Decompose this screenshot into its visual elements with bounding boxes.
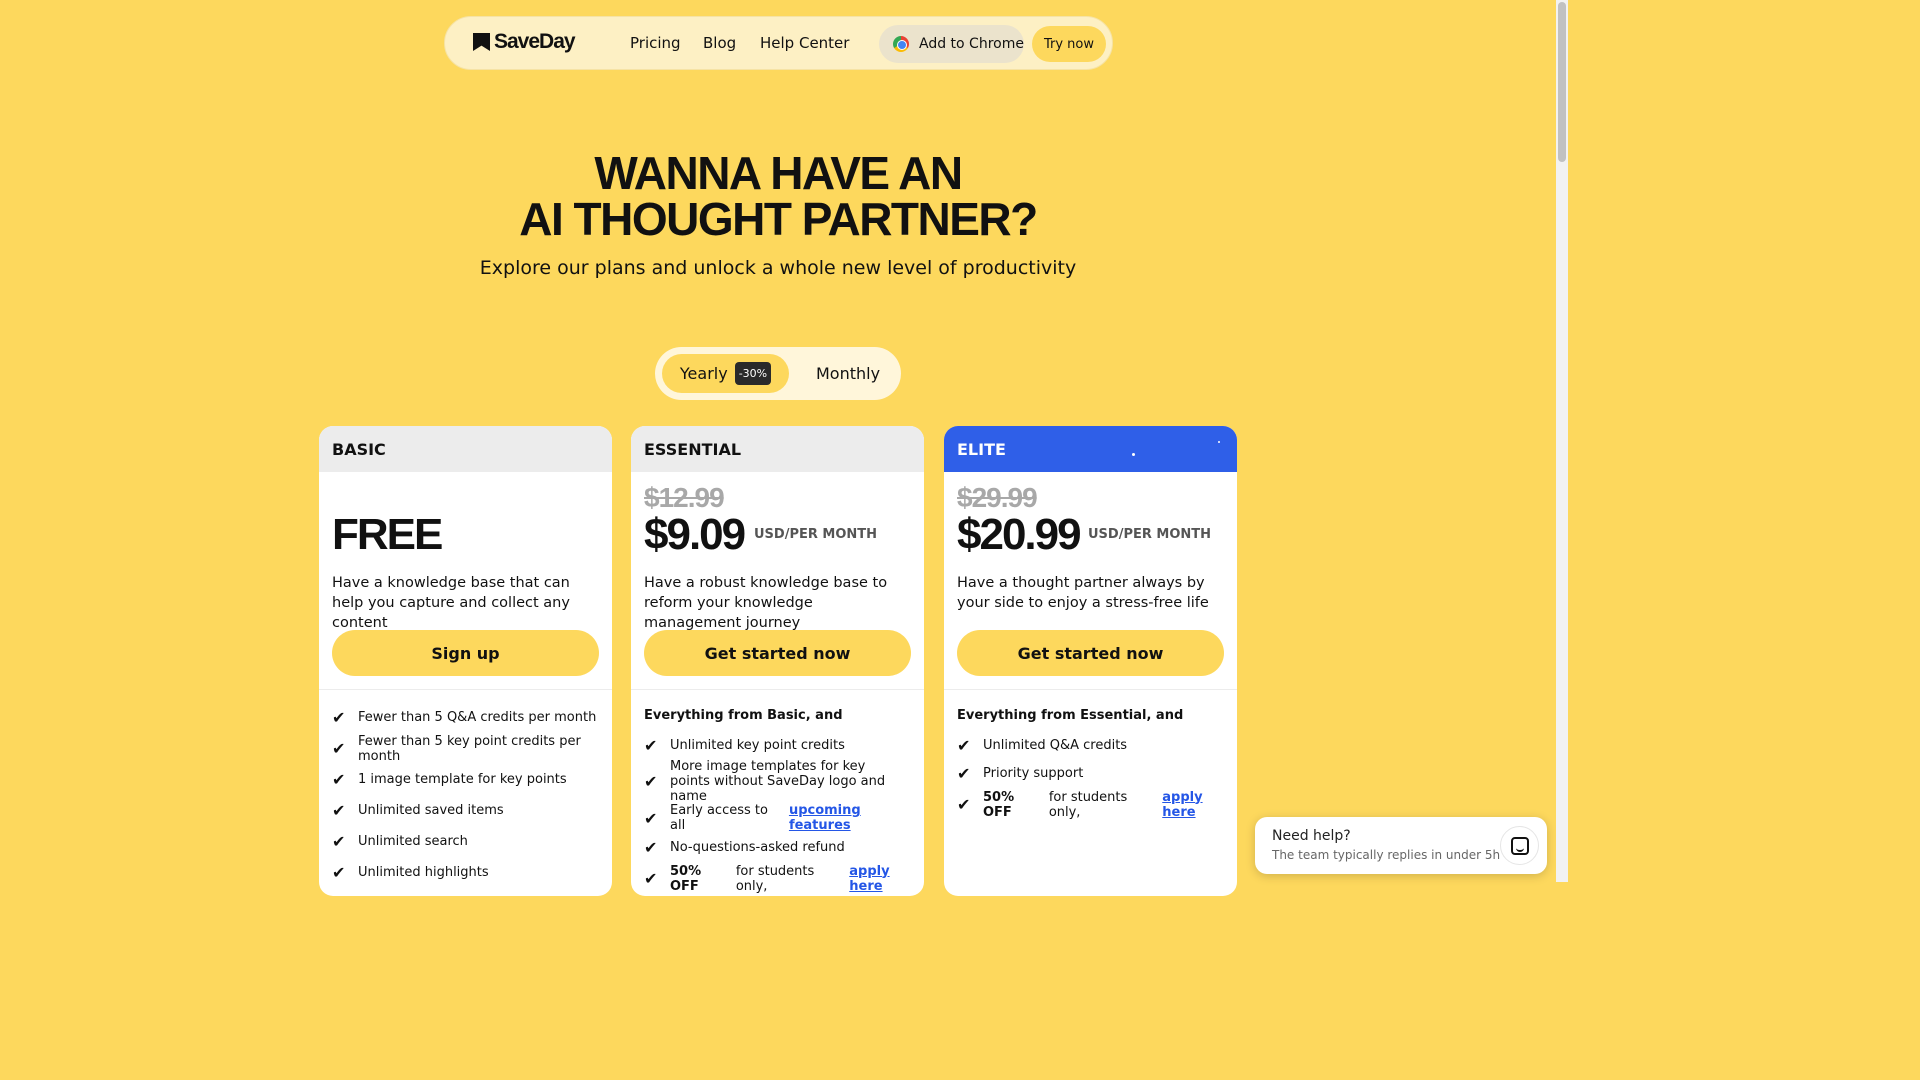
- feature-item: ✔ Unlimited highlights: [332, 863, 489, 882]
- feature-item: ✔ Early access to all upcoming features: [644, 803, 924, 833]
- feature-item: ✔ Priority support: [957, 764, 1084, 783]
- apply-here-link[interactable]: apply here: [849, 864, 924, 894]
- features-heading: Everything from Basic, and: [644, 708, 843, 723]
- plan-description: Have a thought partner always by your si…: [957, 575, 1209, 611]
- check-icon: ✔: [644, 869, 658, 888]
- check-icon: ✔: [957, 795, 971, 814]
- feature-item: ✔ 50% OFF for students only, apply here: [644, 863, 924, 894]
- plan-name: ESSENTIAL: [631, 426, 924, 472]
- check-icon: ✔: [332, 708, 346, 727]
- top-navbar: SaveDay Pricing Blog Help Center Add to …: [444, 16, 1113, 70]
- feature-list: ✔ Fewer than 5 Q&A credits per month ✔ Few…: [332, 708, 612, 888]
- toggle-yearly-label: Yearly: [679, 364, 728, 383]
- check-icon: ✔: [332, 770, 346, 789]
- chat-launcher-button[interactable]: [1500, 826, 1539, 865]
- hero-title-line1: WANNA HAVE AN: [594, 147, 963, 199]
- plan-price: FREE: [332, 510, 443, 559]
- help-title: Need help?: [1272, 828, 1351, 844]
- feature-item: ✔ 50% OFF for students only, apply here: [957, 789, 1237, 820]
- features-heading: Everything from Essential, and: [957, 708, 1184, 723]
- try-now-button[interactable]: Try now: [1032, 26, 1106, 62]
- feature-item: ✔ Unlimited Q&A credits: [957, 735, 1128, 755]
- price-unit: USD/PER MONTH: [754, 527, 878, 542]
- toggle-yearly[interactable]: Yearly -30%: [662, 354, 789, 393]
- saveday-logo[interactable]: SaveDay: [473, 30, 576, 54]
- scrollbar-thumb[interactable]: [1558, 2, 1566, 162]
- hero-title-line2: AI THOUGHT PARTNER?: [519, 193, 1038, 245]
- discount-badge: -30%: [734, 362, 772, 385]
- help-subtitle: The team typically replies in under 5h: [1272, 848, 1501, 862]
- plan-card-basic: BASIC FREE Have a knowledge base that ca…: [319, 426, 612, 896]
- logo-text: SaveDay: [494, 30, 576, 53]
- feature-list: ✔ Unlimited key point credits ✔ More image…: [644, 732, 924, 894]
- check-icon: ✔: [957, 735, 971, 755]
- star-decoration: [1132, 453, 1135, 456]
- bookmark-icon: [473, 33, 490, 51]
- star-decoration: [1218, 441, 1220, 443]
- feature-item: ✔ Unlimited search: [332, 832, 468, 851]
- hero-title: WANNA HAVE AN AI THOUGHT PARTNER?: [0, 150, 1556, 242]
- feature-item: ✔ More image templates for key points wit…: [644, 758, 886, 804]
- plan-description: Have a knowledge base that can help you …: [332, 575, 570, 631]
- plan-description: Have a robust knowledge base to reform y…: [644, 575, 888, 631]
- get-started-button[interactable]: Get started now: [644, 630, 911, 676]
- hero-subtitle: Explore our plans and unlock a whole new…: [479, 257, 1077, 279]
- divider: [944, 689, 1237, 690]
- toggle-monthly[interactable]: Monthly: [803, 354, 893, 393]
- divider: [319, 689, 612, 690]
- plan-name: ELITE: [944, 426, 1237, 472]
- feature-item: ✔ Fewer than 5 key point credits per mont…: [332, 733, 581, 764]
- price-unit: USD/PER MONTH: [1088, 527, 1212, 542]
- upcoming-features-link[interactable]: upcoming features: [789, 803, 924, 833]
- page-scrollbar[interactable]: [1556, 0, 1568, 882]
- divider: [631, 689, 924, 690]
- check-icon: ✔: [332, 739, 346, 758]
- check-icon: ✔: [644, 771, 658, 791]
- feature-item: ✔ Unlimited saved items: [332, 801, 504, 820]
- plan-card-essential: ESSENTIAL $12.99 $9.09 USD/PER MONTH Hav…: [631, 426, 924, 896]
- feature-item: ✔ 1 image template for key points: [332, 770, 567, 789]
- check-icon: ✔: [644, 838, 658, 857]
- feature-item: ✔ Unlimited key point credits: [644, 735, 845, 755]
- apply-here-link[interactable]: apply here: [1162, 790, 1237, 820]
- check-icon: ✔: [332, 832, 346, 851]
- check-icon: ✔: [644, 735, 658, 755]
- plan-price: $20.99: [957, 510, 1082, 559]
- check-icon: ✔: [644, 808, 658, 828]
- sign-up-button[interactable]: Sign up: [332, 630, 599, 676]
- get-started-button[interactable]: Get started now: [957, 630, 1224, 676]
- check-icon: ✔: [332, 801, 346, 820]
- plan-price: $9.09: [644, 510, 746, 559]
- check-icon: ✔: [957, 764, 971, 783]
- chat-icon: [1510, 836, 1529, 855]
- feature-item: ✔ Fewer than 5 Q&A credits per month: [332, 708, 597, 727]
- plan-card-elite: ELITE $29.99 $20.99 USD/PER MONTH Have a…: [944, 426, 1237, 896]
- add-to-chrome-label: Add to Chrome: [919, 36, 1024, 52]
- plan-name: BASIC: [319, 426, 612, 472]
- add-to-chrome-button[interactable]: Add to Chrome: [879, 25, 1024, 63]
- nav-link-pricing[interactable]: Pricing: [630, 34, 681, 52]
- chrome-icon: [893, 36, 909, 52]
- nav-link-blog[interactable]: Blog: [703, 34, 736, 52]
- billing-toggle: Yearly -30% Monthly: [655, 347, 901, 400]
- feature-list: ✔ Unlimited Q&A credits ✔ Priority support…: [957, 732, 1237, 820]
- help-chat-widget[interactable]: Need help? The team typically replies in…: [1255, 817, 1547, 874]
- feature-item: ✔ No-questions-asked refund: [644, 838, 845, 857]
- nav-link-help-center[interactable]: Help Center: [760, 34, 849, 52]
- check-icon: ✔: [332, 863, 346, 882]
